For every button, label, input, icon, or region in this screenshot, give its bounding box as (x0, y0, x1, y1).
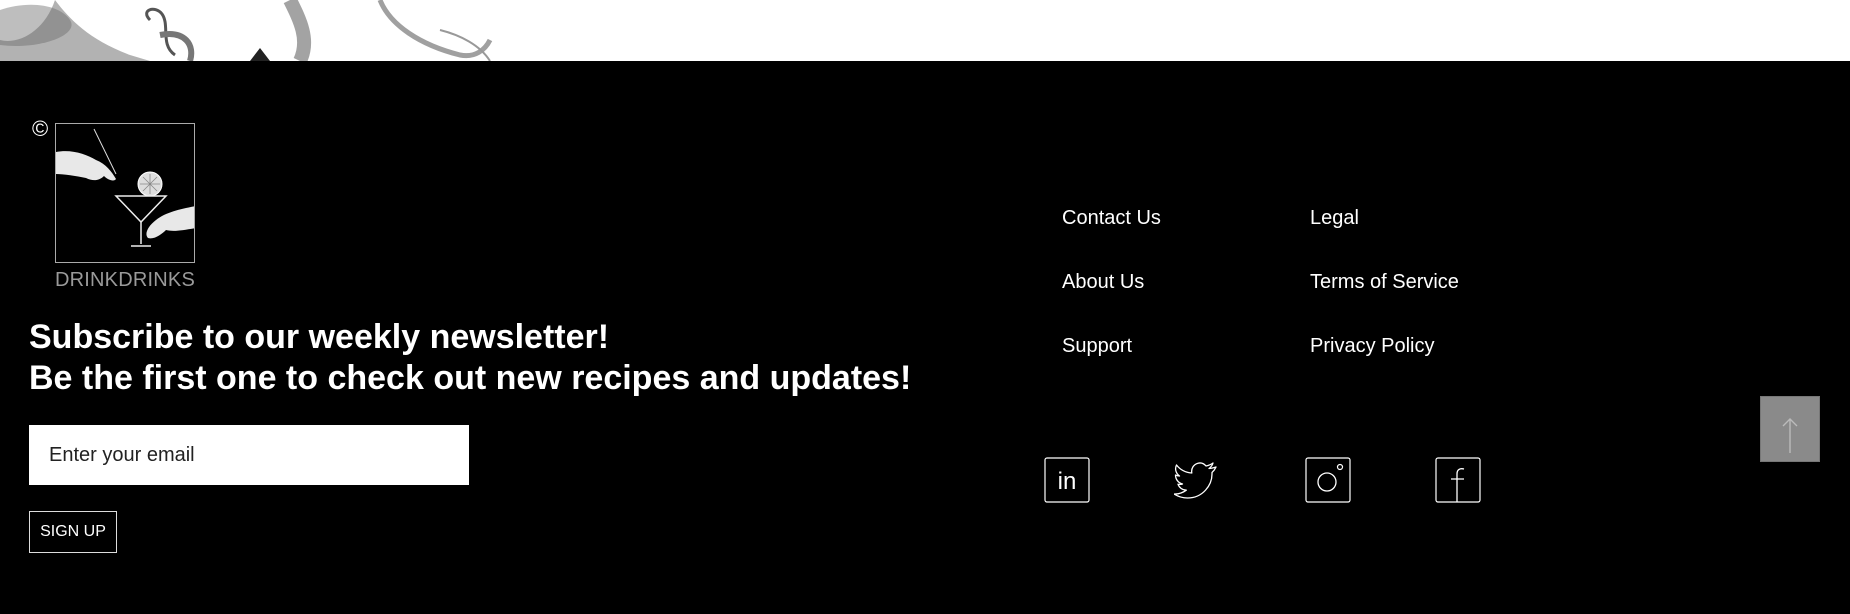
nav-link-contact-us[interactable]: Contact Us (1062, 207, 1161, 230)
instagram-link[interactable] (1305, 457, 1351, 503)
arrow-up-icon (1782, 418, 1798, 453)
back-to-top-button[interactable] (1760, 396, 1820, 462)
nav-link-support[interactable]: Support (1062, 335, 1132, 358)
octopus-illustration (0, 0, 493, 61)
newsletter-title-line2: Be the first one to check out new recipe… (29, 359, 912, 397)
copyright-symbol: © (32, 116, 49, 141)
instagram-icon (1305, 457, 1351, 503)
nav-link-privacy-policy[interactable]: Privacy Policy (1310, 335, 1434, 358)
linkedin-icon: in (1044, 457, 1090, 503)
email-input[interactable] (29, 425, 469, 485)
twitter-icon (1174, 462, 1217, 499)
twitter-link[interactable] (1174, 457, 1220, 503)
nav-link-terms-of-service[interactable]: Terms of Service (1310, 271, 1459, 294)
newsletter-title-line1: Subscribe to our weekly newsletter! (29, 318, 610, 356)
hero-illustration-strip (0, 0, 1850, 61)
newsletter-title: Subscribe to our weekly newsletter! Be t… (29, 317, 911, 399)
facebook-link[interactable] (1435, 457, 1481, 503)
facebook-icon (1435, 457, 1481, 503)
svg-text:in: in (1058, 468, 1077, 495)
nav-link-legal[interactable]: Legal (1310, 207, 1359, 230)
site-footer: © DRINKDRINKS Subscribe to our weekly ne… (0, 61, 1850, 614)
brand-name: DRINKDRINKS (55, 269, 195, 291)
nav-link-about-us[interactable]: About Us (1062, 271, 1144, 294)
linkedin-link[interactable]: in (1044, 457, 1090, 503)
cocktail-hands-logo-icon (56, 124, 194, 262)
signup-button[interactable]: SIGN UP (29, 511, 117, 553)
brand-logo[interactable] (55, 123, 195, 263)
